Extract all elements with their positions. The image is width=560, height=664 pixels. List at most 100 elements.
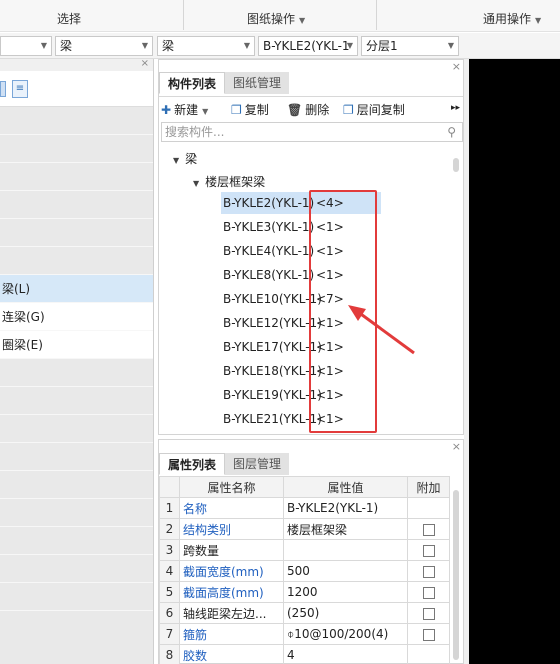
tab-component-list[interactable]: 构件列表 <box>159 72 226 94</box>
copy-button[interactable]: ❐ 复制 <box>231 101 269 118</box>
property-row[interactable]: 5 截面高度(mm) 1200 <box>159 581 450 603</box>
nav-item-beam[interactable]: 梁(L) <box>0 275 153 303</box>
ribbon-group-select[interactable]: 选择 <box>57 10 81 27</box>
nav-row[interactable] <box>0 135 153 163</box>
property-value[interactable]: 500 <box>283 560 408 582</box>
nav-row[interactable] <box>0 191 153 219</box>
nav-row[interactable] <box>0 359 153 387</box>
property-row[interactable]: 1 名称 B-YKLE2(YKL-1) <box>159 497 450 519</box>
ribbon-group-drawing[interactable]: 图纸操作 ▼ <box>247 10 305 27</box>
pin-icon[interactable]: × <box>141 59 149 69</box>
property-table: 属性名称 属性值 附加 1 名称 B-YKLE2(YKL-1) 2 结构类别 楼层框架梁 3… <box>159 476 450 664</box>
checkbox-icon[interactable] <box>422 523 435 536</box>
property-name: 跨数量 <box>179 539 284 561</box>
property-scrollbar[interactable] <box>453 490 459 660</box>
type-combo-value: 梁 <box>162 39 175 53</box>
property-row[interactable]: 6 轴线距梁左边... (250) <box>159 602 450 624</box>
property-value[interactable]: ⌽10@100/200(4) <box>283 623 408 645</box>
tab-property-list[interactable]: 属性列表 <box>159 453 226 475</box>
trash-icon: 🗑 <box>287 103 303 117</box>
property-value[interactable] <box>283 539 408 561</box>
property-extra <box>407 560 450 582</box>
property-value[interactable]: 4 <box>283 644 408 664</box>
search-icon[interactable]: ⚲ <box>447 123 456 141</box>
category-combo[interactable]: 梁 ▼ <box>55 36 153 56</box>
nav-row[interactable] <box>0 443 153 471</box>
component-combo-value: B-YKLE2(YKL-1 <box>263 39 350 53</box>
tree-group-label: 楼层框架梁 <box>205 175 266 189</box>
floor-combo[interactable]: ▼ <box>0 36 52 56</box>
nav-row[interactable] <box>0 415 153 443</box>
property-index: 2 <box>159 518 180 540</box>
collapse-icon[interactable]: ▼ <box>173 156 179 165</box>
annotation-arrow <box>348 305 415 355</box>
chevron-down-icon: ▼ <box>40 41 47 50</box>
floor-copy-icon: ❐ <box>343 103 354 117</box>
drawing-canvas[interactable] <box>469 59 560 664</box>
tab-layer-management[interactable]: 图层管理 <box>225 453 290 475</box>
property-index: 6 <box>159 602 180 624</box>
component-search-input[interactable]: 搜索构件... ⚲ <box>161 122 463 142</box>
nav-row[interactable] <box>0 219 153 247</box>
nav-item-link-beam[interactable]: 连梁(G) <box>0 303 153 331</box>
tree-node-group[interactable]: ▼ 楼层框架梁 <box>193 173 265 190</box>
list-view-icon[interactable]: ≡ <box>12 80 28 98</box>
checkbox-icon[interactable] <box>422 628 435 641</box>
close-icon[interactable]: × <box>452 440 461 453</box>
left-panel-header: × <box>0 59 153 71</box>
checkbox-icon[interactable] <box>422 586 435 599</box>
property-row[interactable]: 8 胶数 4 <box>159 644 450 664</box>
delete-button[interactable]: 🗑 删除 <box>287 101 329 118</box>
tab-drawing-management[interactable]: 图纸管理 <box>225 72 290 94</box>
nav-row[interactable] <box>0 527 153 555</box>
header-index <box>159 476 180 498</box>
left-nav-panel: × ≡ 梁(L) 连梁(G) 圈梁(E) <box>0 59 154 664</box>
new-button[interactable]: ✚ 新建 ▼ <box>161 101 208 118</box>
layer-combo-value: 分层1 <box>366 39 398 53</box>
tree-node-root[interactable]: ▼ 梁 <box>173 150 197 167</box>
type-combo[interactable]: 梁 ▼ <box>157 36 255 56</box>
left-toolbar: ≡ <box>0 71 153 107</box>
property-value[interactable]: 楼层框架梁 <box>283 518 408 540</box>
property-extra <box>407 623 450 645</box>
checkbox-icon[interactable] <box>422 565 435 578</box>
close-icon[interactable]: × <box>452 60 461 73</box>
collapse-icon[interactable]: ▼ <box>193 179 199 188</box>
property-name: 胶数 <box>179 644 284 664</box>
floor-copy-button[interactable]: ❐ 层间复制 <box>343 101 405 118</box>
header-extra: 附加 <box>407 476 450 498</box>
nav-row[interactable] <box>0 555 153 583</box>
nav-row[interactable] <box>0 471 153 499</box>
checkbox-icon[interactable] <box>422 544 435 557</box>
property-extra <box>407 539 450 561</box>
property-row[interactable]: 2 结构类别 楼层框架梁 <box>159 518 450 540</box>
view-toggle-icon[interactable] <box>0 81 6 97</box>
property-extra <box>407 644 450 664</box>
property-row[interactable]: 4 截面宽度(mm) 500 <box>159 560 450 582</box>
nav-row[interactable] <box>0 583 153 611</box>
nav-row[interactable] <box>0 499 153 527</box>
more-icon[interactable]: ▸▸ <box>451 103 460 113</box>
property-row[interactable]: 3 跨数量 <box>159 539 450 561</box>
ribbon-group-general[interactable]: 通用操作 ▼ <box>483 10 541 27</box>
property-index: 4 <box>159 560 180 582</box>
component-name: B-YKLE4(YKL-1) <box>223 244 315 258</box>
chevron-down-icon: ▼ <box>243 41 250 50</box>
tree-root-label: 梁 <box>185 152 198 166</box>
nav-row[interactable] <box>0 163 153 191</box>
layer-combo[interactable]: 分层1 ▼ <box>361 36 459 56</box>
component-combo[interactable]: B-YKLE2(YKL-1 ▼ <box>258 36 358 56</box>
tree-scrollbar[interactable] <box>453 158 459 172</box>
nav-row[interactable] <box>0 107 153 135</box>
property-value[interactable]: B-YKLE2(YKL-1) <box>283 497 408 519</box>
property-value[interactable]: 1200 <box>283 581 408 603</box>
property-row[interactable]: 7 箍筋 ⌽10@100/200(4) <box>159 623 450 645</box>
property-value[interactable]: (250) <box>283 602 408 624</box>
component-toolbar: ✚ 新建 ▼ ❐ 复制 🗑 删除 ❐ 层间复制 ▸▸ <box>159 96 463 120</box>
checkbox-icon[interactable] <box>422 607 435 620</box>
nav-row[interactable] <box>0 387 153 415</box>
arrow-shaft <box>353 307 415 355</box>
nav-item-ring-beam[interactable]: 圈梁(E) <box>0 331 153 359</box>
chevron-down-icon: ▼ <box>447 41 454 50</box>
nav-row[interactable] <box>0 247 153 275</box>
